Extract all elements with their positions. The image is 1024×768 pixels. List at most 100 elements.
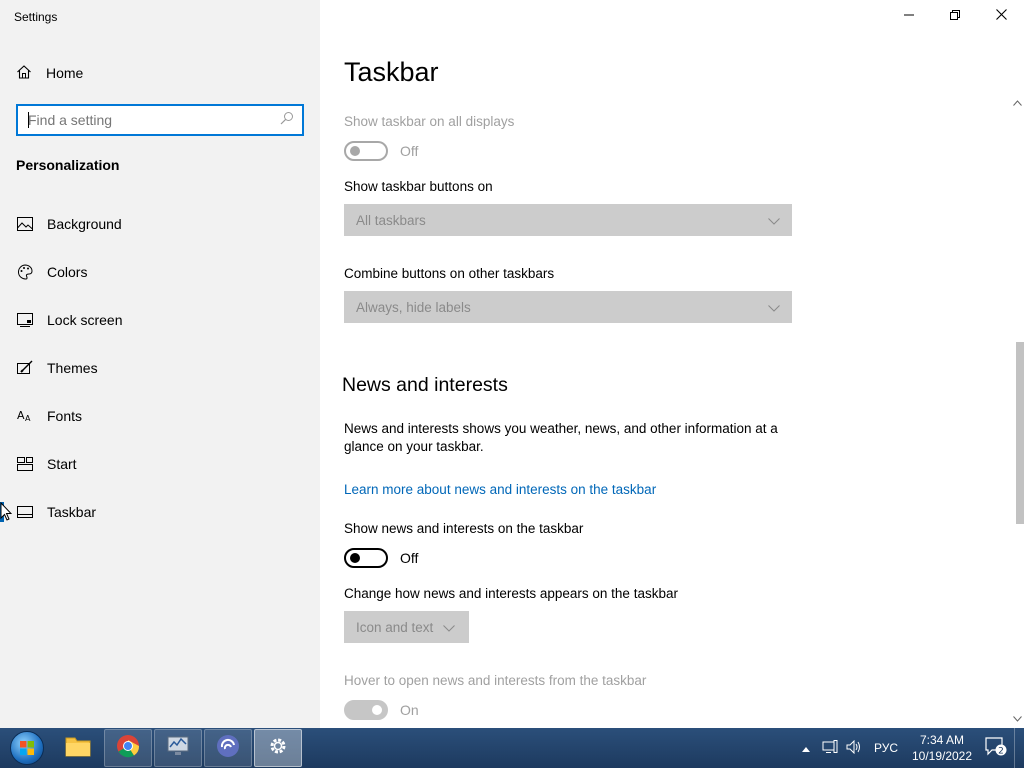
sidebar-item-label: Fonts bbox=[47, 408, 83, 424]
chevron-down-icon bbox=[768, 300, 780, 315]
hover-open-label: Hover to open news and interests from th… bbox=[344, 673, 647, 688]
sidebar-item-label: Start bbox=[47, 456, 77, 472]
show-buttons-on-dropdown[interactable]: All taskbars bbox=[344, 204, 792, 236]
themes-icon bbox=[16, 359, 34, 377]
start-button[interactable] bbox=[0, 728, 54, 768]
hover-open-toggle[interactable] bbox=[344, 700, 388, 720]
close-button[interactable] bbox=[978, 0, 1024, 32]
windows-logo-icon bbox=[10, 731, 44, 765]
network-tray-button[interactable] bbox=[818, 728, 842, 768]
sidebar-item-start[interactable]: Start bbox=[0, 440, 320, 488]
clock[interactable]: 7:34 AM 10/19/2022 bbox=[906, 732, 978, 764]
scrollbar-thumb[interactable] bbox=[1016, 342, 1024, 524]
lock-screen-icon bbox=[16, 311, 34, 329]
fonts-icon: AA bbox=[16, 407, 34, 425]
mouse-cursor-icon bbox=[0, 501, 13, 527]
svg-text:A: A bbox=[17, 409, 25, 422]
svg-text:A: A bbox=[25, 414, 31, 423]
page-title: Taskbar bbox=[344, 57, 439, 87]
app-title: Settings bbox=[14, 10, 58, 24]
system-tray: РУС 7:34 AM 10/19/2022 2 bbox=[794, 728, 1024, 768]
settings-gear-icon bbox=[267, 735, 289, 762]
hover-open-row: On bbox=[344, 700, 419, 720]
show-all-displays-row: Off bbox=[344, 141, 418, 161]
sidebar-item-themes[interactable]: Themes bbox=[0, 344, 320, 392]
show-hidden-icons-button[interactable] bbox=[794, 728, 818, 768]
taskbar-app-file-explorer[interactable] bbox=[54, 729, 102, 767]
news-learn-more-link[interactable]: Learn more about news and interests on t… bbox=[344, 482, 656, 497]
language-indicator[interactable]: РУС bbox=[866, 741, 906, 755]
show-all-displays-toggle[interactable] bbox=[344, 141, 388, 161]
show-news-label: Show news and interests on the taskbar bbox=[344, 521, 584, 536]
toggle-state: On bbox=[400, 702, 419, 718]
home-label: Home bbox=[46, 65, 84, 81]
volume-tray-button[interactable] bbox=[842, 728, 866, 768]
taskbar: РУС 7:34 AM 10/19/2022 2 bbox=[0, 728, 1024, 768]
sidebar-item-background[interactable]: Background bbox=[0, 200, 320, 248]
show-news-row: Off bbox=[344, 548, 418, 568]
show-desktop-button[interactable] bbox=[1014, 728, 1024, 768]
show-news-toggle[interactable] bbox=[344, 548, 388, 568]
dropdown-value: Icon and text bbox=[356, 619, 434, 635]
clock-date: 10/19/2022 bbox=[911, 749, 973, 763]
combine-buttons-dropdown[interactable]: Always, hide labels bbox=[344, 291, 792, 323]
sidebar-item-label: Lock screen bbox=[47, 312, 123, 328]
combine-buttons-label: Combine buttons on other taskbars bbox=[344, 266, 555, 281]
sidebar-nav: Background Colors Lock screen Themes AA … bbox=[0, 200, 320, 536]
sidebar-item-label: Themes bbox=[47, 360, 98, 376]
clock-time: 7:34 AM bbox=[919, 733, 965, 747]
news-description: News and interests shows you weather, ne… bbox=[344, 421, 778, 454]
content-pane: Taskbar Show taskbar on all displays Off… bbox=[320, 0, 1024, 728]
taskbar-app-settings[interactable] bbox=[254, 729, 302, 767]
scroll-down-icon[interactable] bbox=[1012, 714, 1022, 724]
search-icon[interactable] bbox=[280, 111, 294, 130]
chevron-down-icon bbox=[768, 213, 780, 228]
chevron-up-icon bbox=[801, 741, 810, 755]
home-nav-item[interactable]: Home bbox=[16, 62, 83, 84]
taskbar-icon bbox=[16, 503, 34, 521]
minimize-icon bbox=[904, 7, 914, 25]
chevron-down-icon bbox=[443, 620, 456, 635]
taskbar-app-monitor[interactable] bbox=[154, 729, 202, 767]
show-all-displays-label: Show taskbar on all displays bbox=[344, 114, 515, 129]
search-box[interactable] bbox=[16, 104, 304, 136]
sidebar-item-label: Background bbox=[47, 216, 122, 232]
change-appearance-dropdown[interactable]: Icon and text bbox=[344, 611, 469, 643]
network-monitor-icon bbox=[166, 735, 190, 762]
taskbar-app-bittorrent[interactable] bbox=[204, 729, 252, 767]
restore-icon bbox=[950, 7, 960, 25]
restore-button[interactable] bbox=[932, 0, 978, 32]
sidebar-item-colors[interactable]: Colors bbox=[0, 248, 320, 296]
home-icon bbox=[16, 64, 32, 83]
dropdown-value: All taskbars bbox=[356, 212, 426, 228]
minimize-button[interactable] bbox=[886, 0, 932, 32]
scrollbar[interactable] bbox=[1008, 96, 1024, 728]
chrome-icon bbox=[116, 734, 140, 763]
search-input[interactable] bbox=[28, 112, 280, 128]
sidebar: Settings Home Personalization Background… bbox=[0, 0, 320, 728]
news-section-heading: News and interests bbox=[342, 374, 508, 396]
file-explorer-icon bbox=[65, 735, 91, 762]
taskbar-app-chrome[interactable] bbox=[104, 729, 152, 767]
notification-icon: 2 bbox=[985, 736, 1007, 760]
palette-icon bbox=[16, 263, 34, 281]
sidebar-item-label: Colors bbox=[47, 264, 88, 280]
notification-count: 2 bbox=[998, 746, 1004, 756]
sidebar-item-fonts[interactable]: AA Fonts bbox=[0, 392, 320, 440]
toggle-state: Off bbox=[400, 143, 419, 159]
change-appearance-label: Change how news and interests appears on… bbox=[344, 586, 678, 601]
scroll-up-icon[interactable] bbox=[1012, 98, 1022, 108]
bittorrent-icon bbox=[216, 734, 240, 763]
dropdown-value: Always, hide labels bbox=[356, 299, 471, 315]
picture-icon bbox=[16, 215, 34, 233]
caption-buttons bbox=[886, 0, 1024, 32]
settings-window: Settings Home Personalization Background… bbox=[0, 0, 1024, 728]
sidebar-item-lock-screen[interactable]: Lock screen bbox=[0, 296, 320, 344]
speaker-icon bbox=[846, 739, 862, 757]
action-center-button[interactable]: 2 bbox=[978, 728, 1014, 768]
network-icon bbox=[822, 739, 838, 757]
sidebar-item-label: Taskbar bbox=[47, 504, 97, 520]
text-caret bbox=[28, 112, 29, 128]
sidebar-item-taskbar[interactable]: Taskbar bbox=[0, 488, 320, 536]
start-tiles-icon bbox=[16, 455, 34, 473]
